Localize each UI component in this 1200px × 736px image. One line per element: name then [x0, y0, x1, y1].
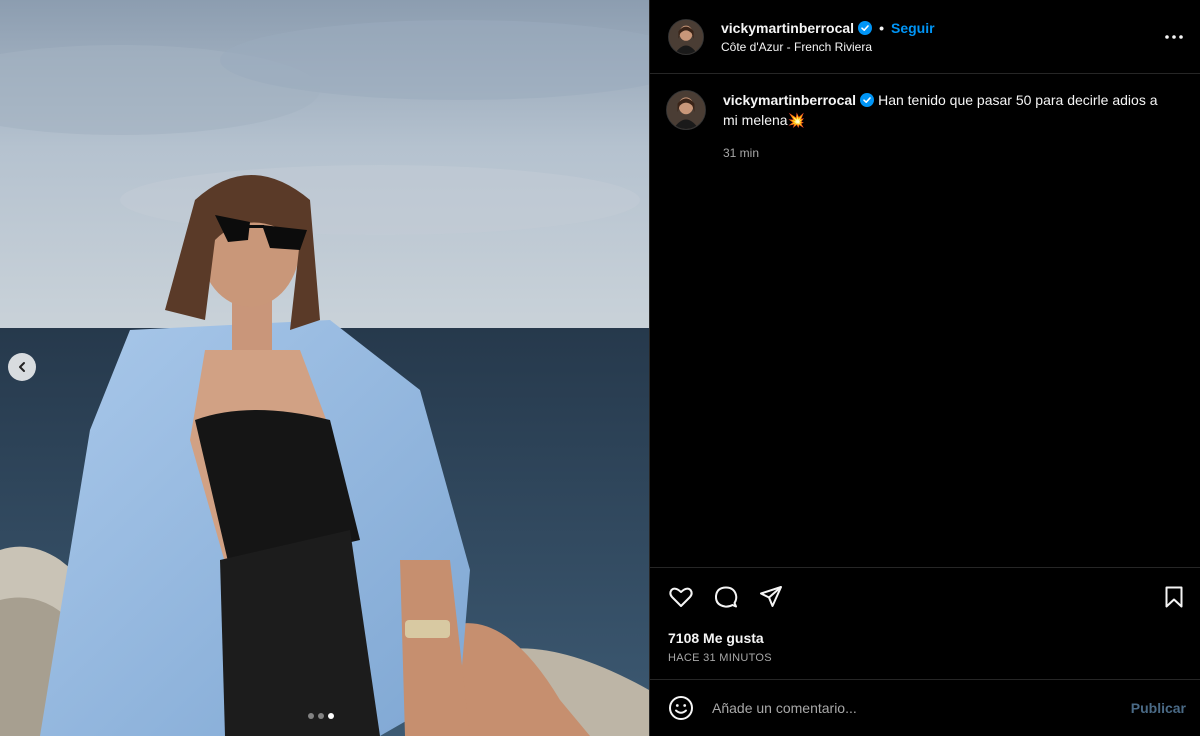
chevron-left-icon — [19, 362, 25, 372]
username-link[interactable]: vickymartinberrocal — [721, 20, 854, 36]
avatar[interactable] — [668, 18, 704, 55]
location-link[interactable]: Côte d'Azur - French Riviera — [721, 40, 935, 54]
comments-section[interactable]: vickymartinberrocal Han tenido que pasar… — [650, 74, 1200, 567]
comment-button[interactable] — [713, 584, 739, 610]
avatar-image — [667, 91, 705, 129]
verified-icon — [858, 20, 873, 35]
actions-section: 7108 Me gusta HACE 31 MINUTOS — [650, 567, 1200, 670]
separator-dot: • — [879, 19, 884, 36]
comment-icon — [714, 586, 738, 608]
post-timestamp[interactable]: HACE 31 MINUTOS — [650, 646, 1200, 670]
more-icon — [1165, 35, 1183, 39]
action-bar — [650, 568, 1200, 626]
post-panel: vickymartinberrocal • Seguir Côte d'Azur… — [649, 0, 1200, 736]
carousel-indicator — [308, 713, 334, 719]
follow-button[interactable]: Seguir — [891, 20, 935, 36]
carousel-dot — [308, 713, 314, 719]
comment-input[interactable] — [712, 700, 1131, 716]
carousel-dot — [318, 713, 324, 719]
like-count[interactable]: 7108 Me gusta — [650, 626, 1200, 646]
add-comment-bar: Publicar — [650, 679, 1200, 736]
like-button[interactable] — [668, 584, 694, 610]
avatar-image — [669, 19, 703, 54]
verified-icon — [860, 93, 875, 107]
share-button[interactable] — [758, 584, 784, 610]
caption-avatar[interactable] — [666, 90, 706, 130]
caption-username-link[interactable]: vickymartinberrocal — [723, 92, 856, 108]
emoji-icon — [669, 696, 693, 720]
carousel-prev-button[interactable] — [8, 353, 36, 381]
caption-timestamp[interactable]: 31 min — [723, 146, 1163, 160]
emoji-picker-button[interactable] — [668, 695, 694, 721]
heart-icon — [669, 587, 693, 607]
post-media[interactable] — [0, 0, 649, 736]
publish-button[interactable]: Publicar — [1131, 700, 1186, 716]
bookmark-icon — [1165, 586, 1183, 608]
post-header: vickymartinberrocal • Seguir Côte d'Azur… — [650, 0, 1200, 74]
carousel-dot-active — [328, 713, 334, 719]
share-icon — [760, 586, 782, 607]
save-button[interactable] — [1162, 585, 1186, 609]
caption: vickymartinberrocal Han tenido que pasar… — [666, 90, 1184, 160]
more-options-button[interactable] — [1162, 27, 1186, 47]
post-photo — [0, 0, 649, 736]
